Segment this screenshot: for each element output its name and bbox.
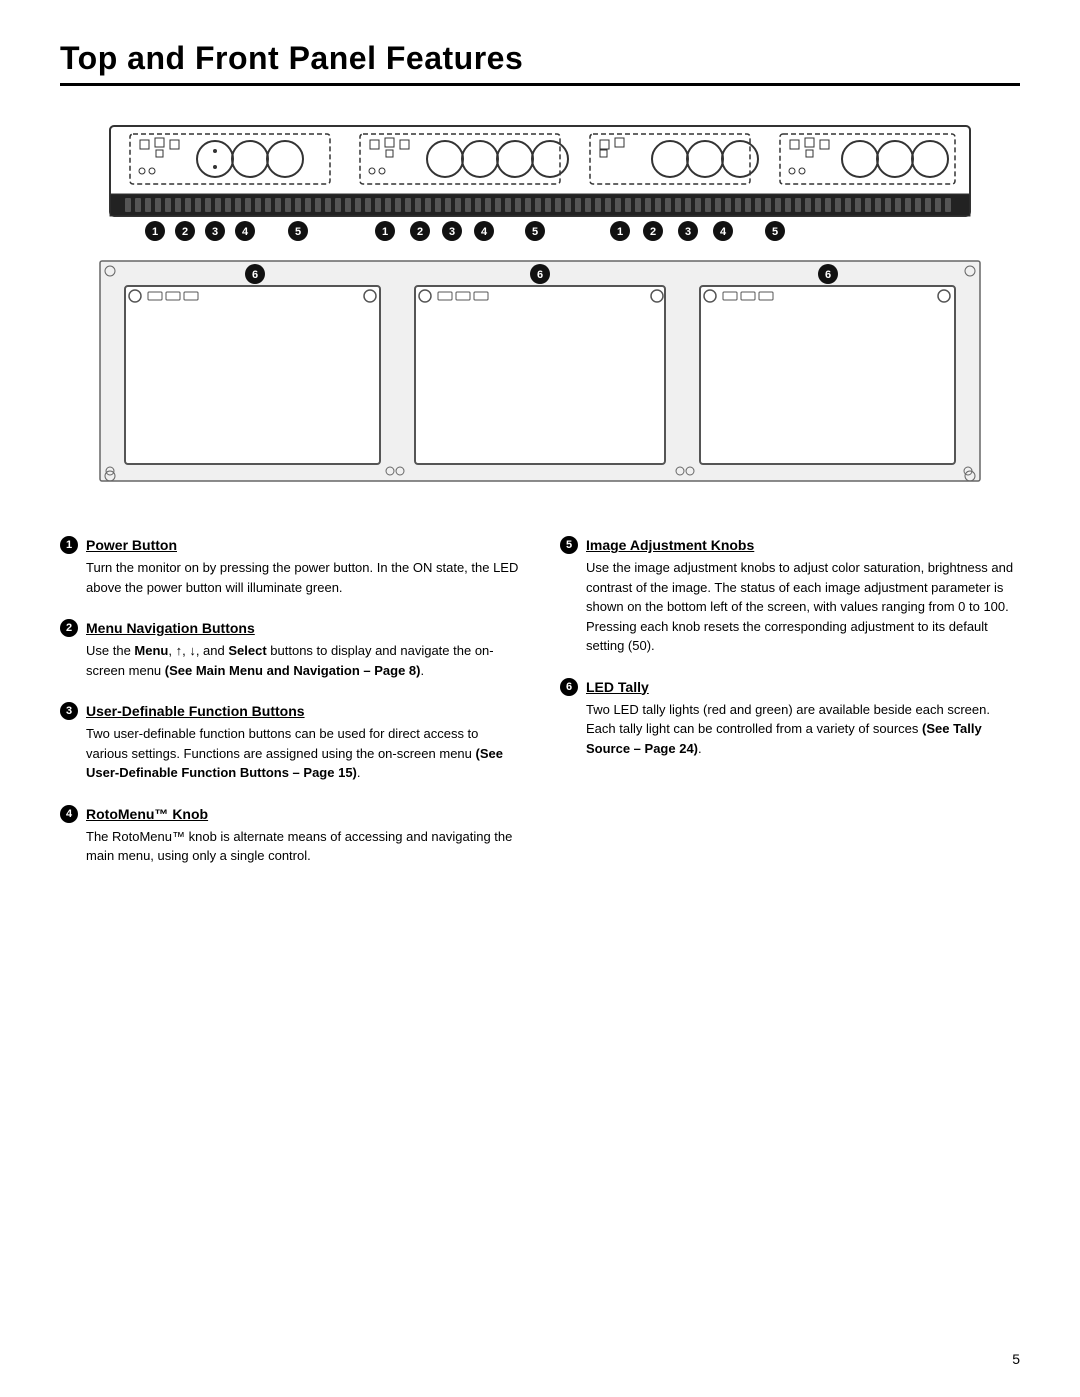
svg-text:4: 4 bbox=[481, 226, 488, 238]
svg-text:6: 6 bbox=[825, 269, 831, 281]
front-panel-diagram: 6 6 6 bbox=[80, 256, 1000, 496]
svg-text:1: 1 bbox=[617, 226, 623, 238]
title-divider bbox=[60, 83, 1020, 86]
svg-text:2: 2 bbox=[650, 226, 656, 238]
svg-text:3: 3 bbox=[685, 226, 691, 238]
svg-text:2: 2 bbox=[182, 226, 188, 238]
page-number: 5 bbox=[1012, 1351, 1020, 1367]
svg-text:5: 5 bbox=[295, 226, 301, 238]
rotomenu-title: RotoMenu™ Knob bbox=[86, 806, 208, 822]
device-diagram: 1 2 3 4 5 1 2 3 4 5 1 2 3 4 5 bbox=[60, 116, 1020, 496]
svg-text:1: 1 bbox=[382, 226, 388, 238]
svg-text:6: 6 bbox=[252, 269, 258, 281]
led-tally-title: LED Tally bbox=[586, 679, 649, 695]
desc-image-knobs: 5 Image Adjustment Knobs Use the image a… bbox=[560, 536, 1020, 656]
image-knobs-title: Image Adjustment Knobs bbox=[586, 537, 754, 553]
desc-power-button: 1 Power Button Turn the monitor on by pr… bbox=[60, 536, 520, 597]
svg-text:3: 3 bbox=[212, 226, 218, 238]
svg-text:4: 4 bbox=[242, 226, 249, 238]
callout-number-4: 4 bbox=[60, 805, 78, 823]
user-func-text: Two user-definable function buttons can … bbox=[60, 724, 520, 783]
svg-text:3: 3 bbox=[449, 226, 455, 238]
svg-text:1: 1 bbox=[152, 226, 158, 238]
desc-led-tally: 6 LED Tally Two LED tally lights (red an… bbox=[560, 678, 1020, 759]
menu-nav-title: Menu Navigation Buttons bbox=[86, 620, 255, 636]
page-title: Top and Front Panel Features bbox=[60, 40, 1020, 77]
svg-text:5: 5 bbox=[772, 226, 778, 238]
svg-text:5: 5 bbox=[532, 226, 538, 238]
callout-number-1: 1 bbox=[60, 536, 78, 554]
top-panel-diagram: 1 2 3 4 5 1 2 3 4 5 1 2 3 4 5 bbox=[80, 116, 1000, 246]
svg-text:2: 2 bbox=[417, 226, 423, 238]
callout-number-6: 6 bbox=[560, 678, 578, 696]
desc-user-func: 3 User-Definable Function Buttons Two us… bbox=[60, 702, 520, 783]
feature-descriptions: 1 Power Button Turn the monitor on by pr… bbox=[60, 536, 1020, 866]
desc-col-right: 5 Image Adjustment Knobs Use the image a… bbox=[560, 536, 1020, 866]
rotomenu-text: The RotoMenu™ knob is alternate means of… bbox=[60, 827, 520, 866]
callout-number-2: 2 bbox=[60, 619, 78, 637]
callout-number-5: 5 bbox=[560, 536, 578, 554]
led-tally-text: Two LED tally lights (red and green) are… bbox=[560, 700, 1020, 759]
menu-nav-text: Use the Menu, ↑, ↓, and Select buttons t… bbox=[60, 641, 520, 680]
image-knobs-text: Use the image adjustment knobs to adjust… bbox=[560, 558, 1020, 656]
callout-number-3: 3 bbox=[60, 702, 78, 720]
svg-text:6: 6 bbox=[537, 269, 543, 281]
power-button-title: Power Button bbox=[86, 537, 177, 553]
desc-col-left: 1 Power Button Turn the monitor on by pr… bbox=[60, 536, 520, 866]
svg-text:4: 4 bbox=[720, 226, 727, 238]
power-button-text: Turn the monitor on by pressing the powe… bbox=[60, 558, 520, 597]
desc-menu-nav: 2 Menu Navigation Buttons Use the Menu, … bbox=[60, 619, 520, 680]
desc-rotomenu: 4 RotoMenu™ Knob The RotoMenu™ knob is a… bbox=[60, 805, 520, 866]
user-func-title: User-Definable Function Buttons bbox=[86, 703, 305, 719]
